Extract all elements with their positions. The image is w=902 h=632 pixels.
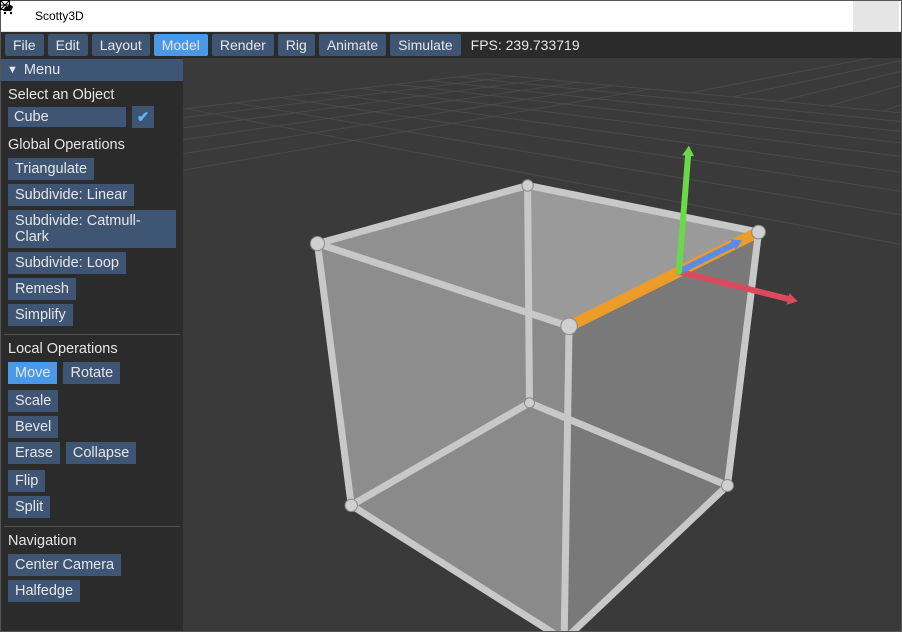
panel-header[interactable]: ▼ Menu xyxy=(1,59,183,81)
object-visible-checkbox[interactable]: ✔ xyxy=(132,106,154,128)
divider xyxy=(4,334,180,335)
app-title: Scotty3D xyxy=(35,9,761,23)
vertex[interactable] xyxy=(522,180,533,191)
vertex[interactable] xyxy=(752,225,766,239)
object-select[interactable]: Cube xyxy=(8,107,126,127)
menu-layout[interactable]: Layout xyxy=(92,34,150,56)
scene-canvas xyxy=(183,58,901,631)
subdivide-loop-button[interactable]: Subdivide: Loop xyxy=(8,252,126,274)
vertex[interactable] xyxy=(310,237,324,251)
menu-render[interactable]: Render xyxy=(212,34,274,56)
split-button[interactable]: Split xyxy=(8,496,50,518)
divider xyxy=(4,526,180,527)
edge[interactable] xyxy=(564,326,569,631)
menubar: FileEditLayoutModelRenderRigAnimateSimul… xyxy=(1,32,901,58)
menu-rig[interactable]: Rig xyxy=(278,34,315,56)
sidebar: ▼ Menu Select an Object Cube ✔ Global Op… xyxy=(1,58,183,631)
close-button[interactable] xyxy=(853,1,899,31)
edge[interactable] xyxy=(528,185,530,402)
subdivide-catmull-clark-button[interactable]: Subdivide: Catmull-Clark xyxy=(8,210,176,248)
vertex[interactable] xyxy=(524,398,534,408)
menu-animate[interactable]: Animate xyxy=(319,34,386,56)
minimize-button[interactable] xyxy=(761,1,807,31)
vertex[interactable] xyxy=(721,480,733,492)
collapse-button[interactable]: Collapse xyxy=(66,442,136,464)
app-window: Scotty3D FileEditLayoutModelRenderRigAni… xyxy=(0,0,902,632)
content-area: ▼ Menu Select an Object Cube ✔ Global Op… xyxy=(1,58,901,631)
navigation-label: Navigation xyxy=(1,533,183,552)
vertex[interactable] xyxy=(345,499,357,511)
collapse-triangle-icon: ▼ xyxy=(7,64,18,76)
select-object-label: Select an Object xyxy=(1,81,183,106)
halfedge-button[interactable]: Halfedge xyxy=(8,580,80,602)
viewport-3d[interactable] xyxy=(183,58,901,631)
fps-readout: FPS: 239.733719 xyxy=(471,37,580,53)
flip-button[interactable]: Flip xyxy=(8,470,45,492)
menu-model[interactable]: Model xyxy=(154,34,208,56)
remesh-button[interactable]: Remesh xyxy=(8,278,76,300)
bevel-button[interactable]: Bevel xyxy=(8,416,58,438)
app-logo-icon xyxy=(9,6,29,26)
panel-title: Menu xyxy=(24,62,60,78)
rotate-button[interactable]: Rotate xyxy=(63,362,120,384)
simplify-button[interactable]: Simplify xyxy=(8,304,73,326)
titlebar: Scotty3D xyxy=(1,1,901,32)
menu-simulate[interactable]: Simulate xyxy=(390,34,460,56)
center-camera-button[interactable]: Center Camera xyxy=(8,554,121,576)
erase-button[interactable]: Erase xyxy=(8,442,60,464)
move-button[interactable]: Move xyxy=(8,362,57,384)
menu-edit[interactable]: Edit xyxy=(48,34,88,56)
global-ops-label: Global Operations xyxy=(1,131,183,156)
menu-file[interactable]: File xyxy=(5,34,44,56)
triangulate-button[interactable]: Triangulate xyxy=(8,158,94,180)
vertex[interactable] xyxy=(561,318,578,335)
maximize-button[interactable] xyxy=(807,1,853,31)
scale-button[interactable]: Scale xyxy=(8,390,58,412)
subdivide-linear-button[interactable]: Subdivide: Linear xyxy=(8,184,134,206)
local-ops-label: Local Operations xyxy=(1,341,183,360)
